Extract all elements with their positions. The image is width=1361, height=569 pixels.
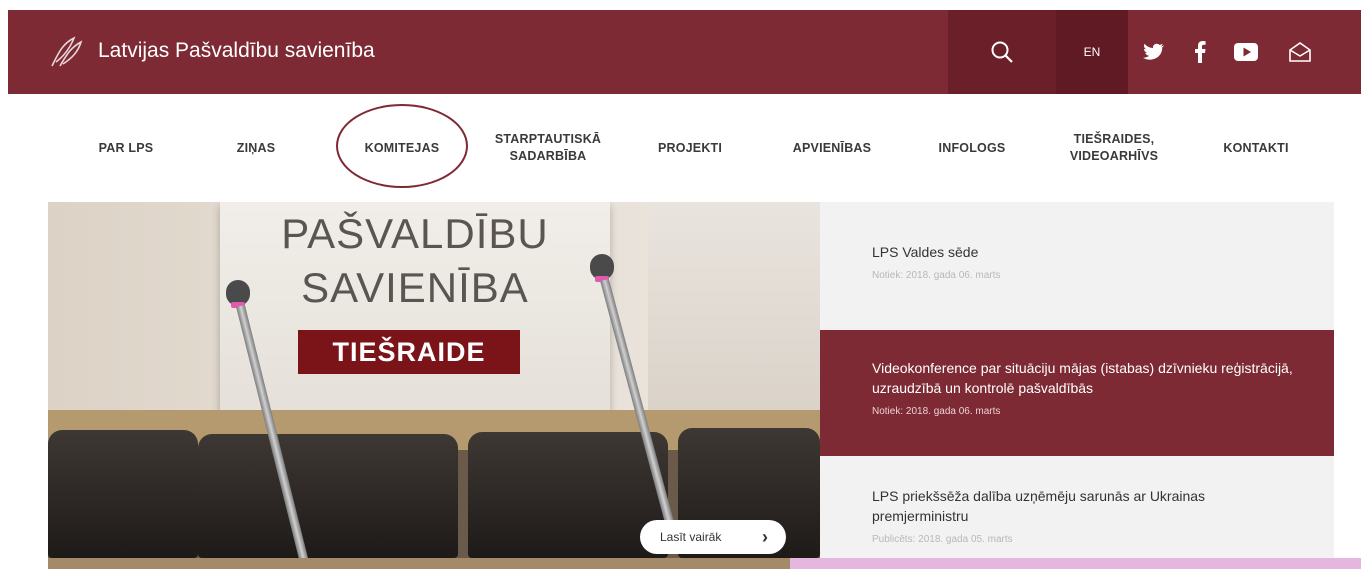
nav-item-label-line-2: VIDEOARHĪVS <box>1069 149 1159 163</box>
logo-icon[interactable] <box>48 34 84 70</box>
nav-item-apvienibas[interactable]: APVIENĪBAS <box>770 94 894 202</box>
chevron-right-icon: › <box>762 527 768 547</box>
twitter-link[interactable] <box>1128 10 1180 94</box>
hero-chair <box>48 430 198 558</box>
nav-item-label-line-1: TIEŠRAIDES, <box>1073 132 1155 146</box>
hero-chair <box>198 434 458 558</box>
news-date: Notiek: 2018. gada 06. marts <box>872 406 1001 417</box>
facebook-icon <box>1195 41 1206 63</box>
youtube-icon <box>1234 43 1258 61</box>
nav-item-par-lps[interactable]: PAR LPS <box>60 94 192 202</box>
hero-sign: PAŠVALDĪBU SAVIENĪBA TIEŠRAIDE <box>220 202 610 412</box>
nav-item-label-line-2: SADARBĪBA <box>509 149 587 163</box>
news-title: LPS priekšsēža dalība uzņēmēju sarunās a… <box>872 488 1206 524</box>
main-nav: PAR LPS ZIŅAS KOMITEJAS STARPTAUTISKĀ SA… <box>0 94 1361 202</box>
hero-wall-right <box>648 202 820 442</box>
search-icon <box>991 41 1013 63</box>
news-list: LPS Valdes sēde Notiek: 2018. gada 06. m… <box>820 202 1334 558</box>
hero-image[interactable]: PAŠVALDĪBU SAVIENĪBA TIEŠRAIDE Lasīt vai… <box>48 202 820 558</box>
nav-item-infologs[interactable]: INFOLOGS <box>910 94 1034 202</box>
bottom-strip-image <box>48 558 790 569</box>
mail-icon <box>1289 42 1311 62</box>
facebook-link[interactable] <box>1180 10 1220 94</box>
live-badge: TIEŠRAIDE <box>298 330 520 374</box>
nav-item-tiesraides-videoarhivs[interactable]: TIEŠRAIDES, VIDEOARHĪVS <box>1044 94 1184 202</box>
youtube-link[interactable] <box>1220 10 1272 94</box>
read-more-button[interactable]: Lasīt vairāk › <box>640 520 786 554</box>
highlight-circle <box>336 104 468 188</box>
nav-item-label-line-1: STARPTAUTISKĀ <box>494 132 602 146</box>
news-title: LPS Valdes sēde <box>872 244 979 260</box>
news-date: Publicēts: 2018. gada 05. marts <box>872 534 1013 545</box>
news-title: Videokonference par situāciju mājas (ist… <box>872 360 1293 396</box>
hero-chair <box>468 432 668 558</box>
site-title[interactable]: Latvijas Pašvaldību savienība <box>98 36 375 66</box>
news-item-active[interactable]: Videokonference par situāciju mājas (ist… <box>820 330 1334 456</box>
nav-item-starptautiska-sadarbiba[interactable]: STARPTAUTISKĀ SADARBĪBA <box>478 94 618 202</box>
read-more-label: Lasīt vairāk <box>660 530 722 544</box>
sign-line-2: SAVIENĪBA <box>301 264 529 311</box>
mail-link[interactable] <box>1272 10 1328 94</box>
nav-item-zinas[interactable]: ZIŅAS <box>200 94 312 202</box>
nav-item-projekti[interactable]: PROJEKTI <box>630 94 750 202</box>
top-bar: Latvijas Pašvaldību savienība EN <box>8 10 1361 94</box>
news-date: Notiek: 2018. gada 06. marts <box>872 270 1001 281</box>
news-item[interactable]: LPS Valdes sēde Notiek: 2018. gada 06. m… <box>820 202 1334 330</box>
nav-item-kontakti[interactable]: KONTAKTI <box>1196 94 1316 202</box>
sign-line-1: PAŠVALDĪBU <box>281 210 549 257</box>
news-item[interactable]: LPS priekšsēža dalība uzņēmēju sarunās a… <box>820 456 1334 558</box>
twitter-icon <box>1143 43 1164 60</box>
search-button[interactable] <box>948 10 1056 94</box>
language-switch[interactable]: EN <box>1056 10 1128 94</box>
